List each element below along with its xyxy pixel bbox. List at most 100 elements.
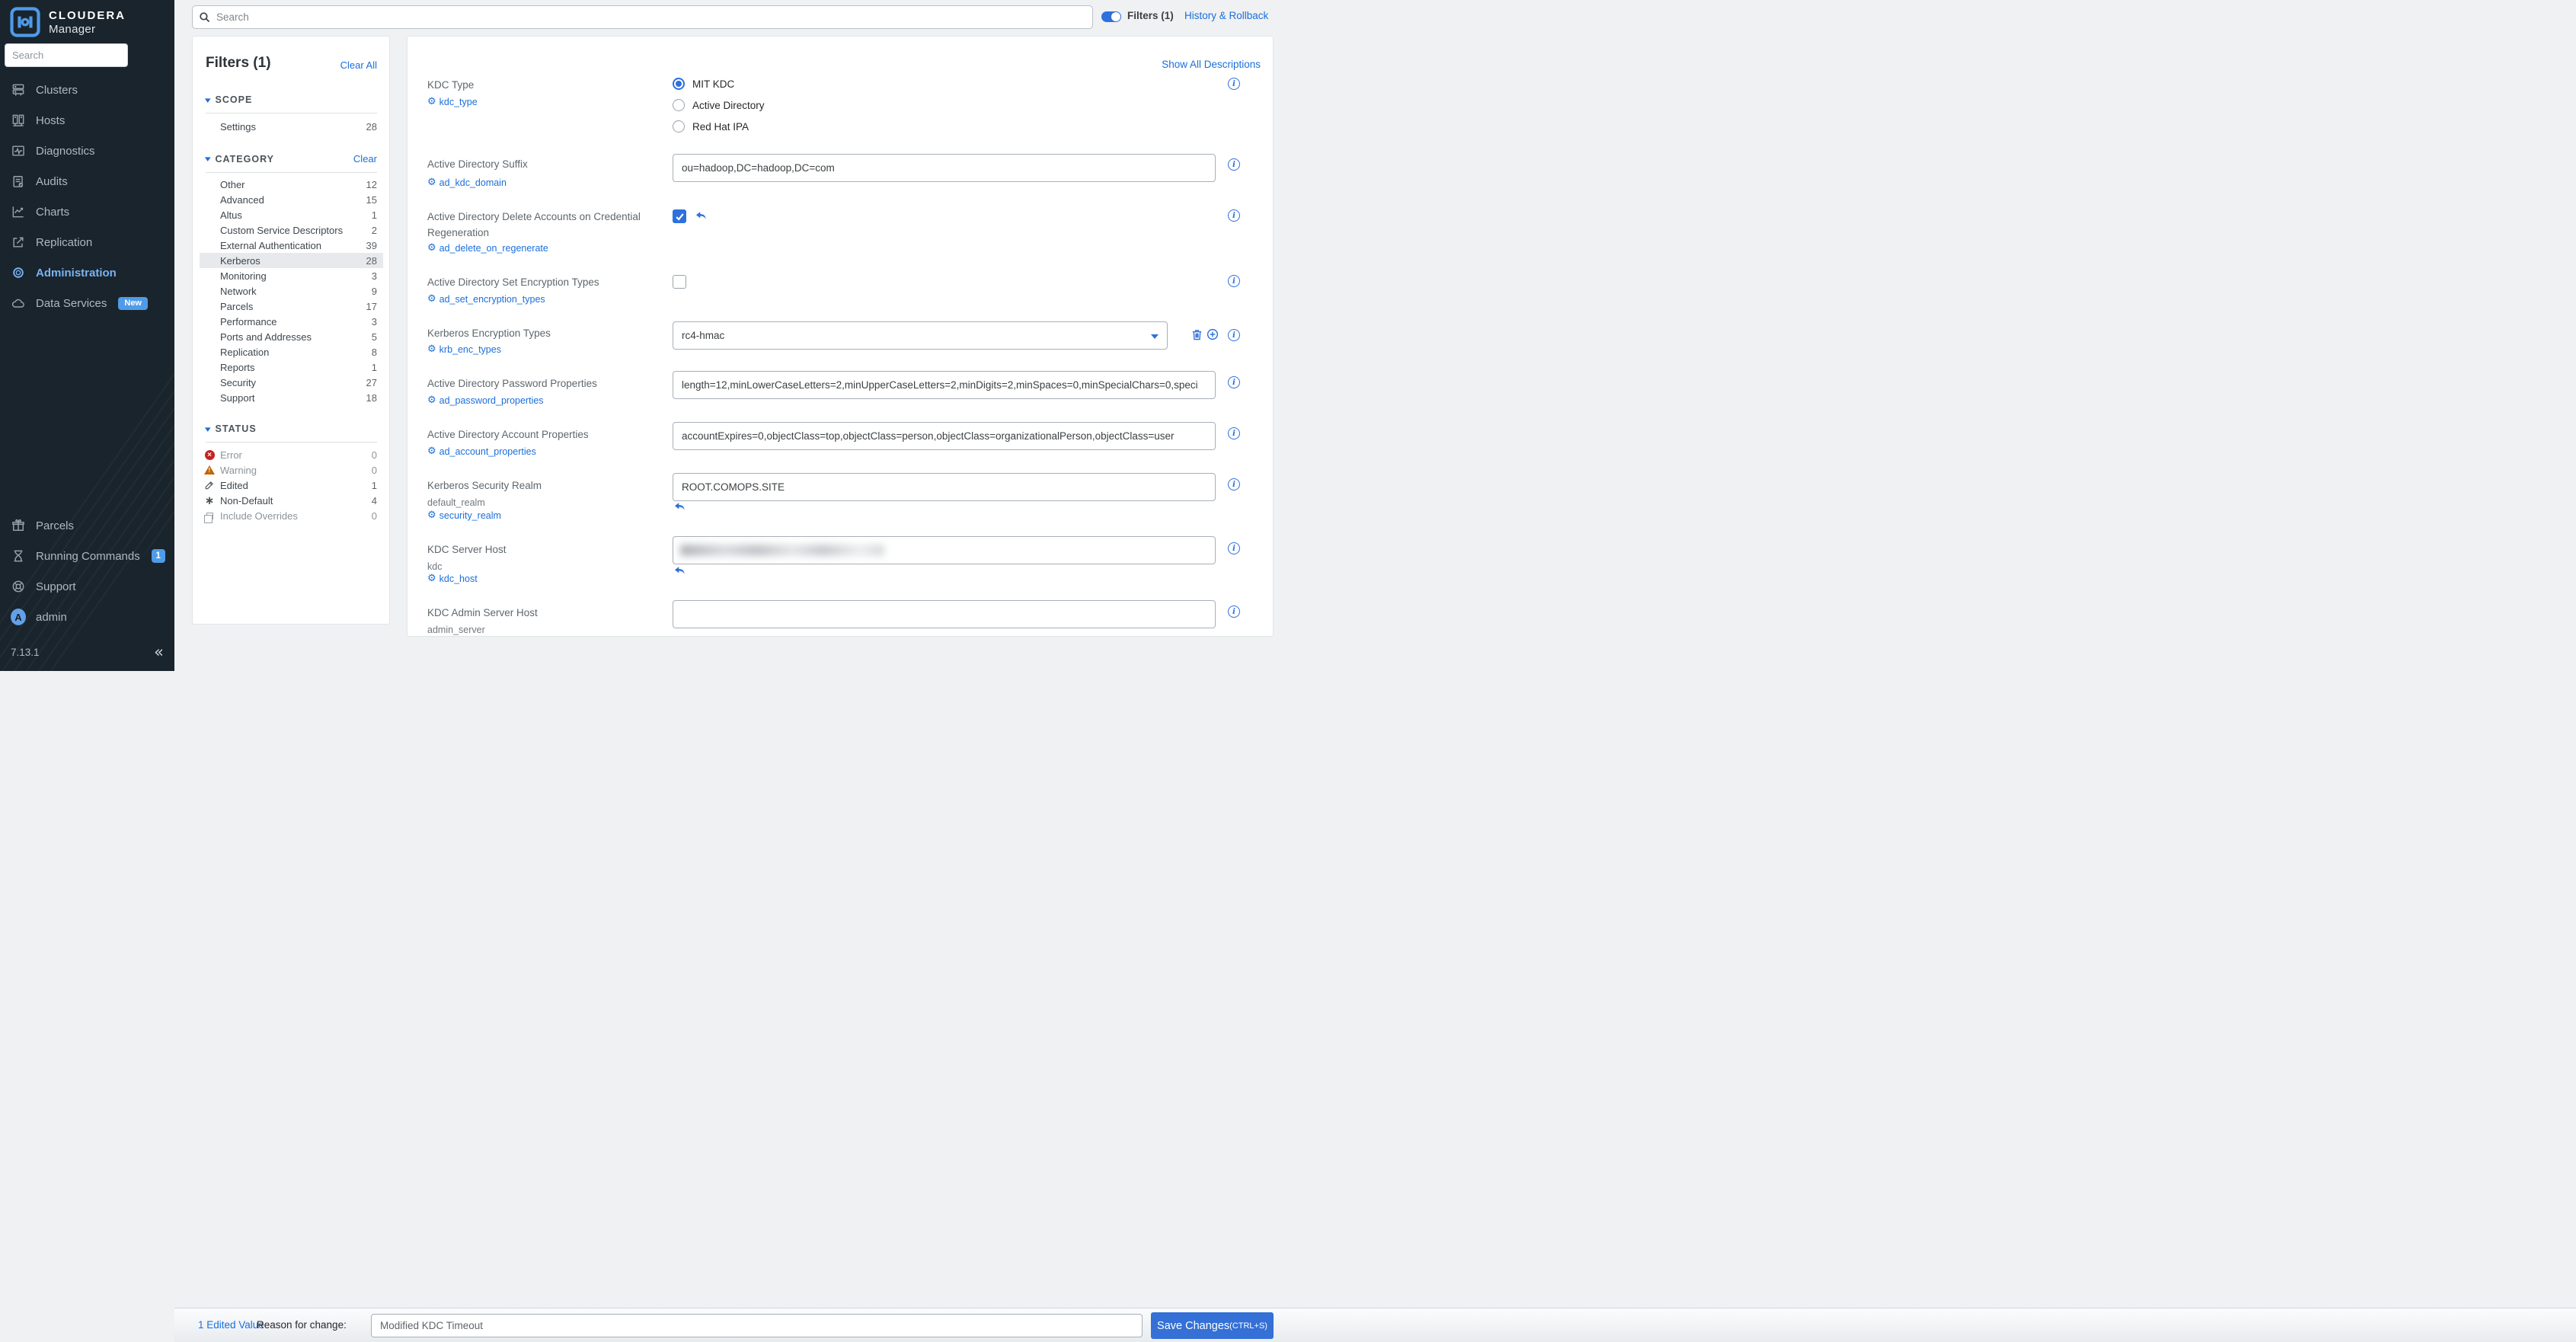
undo-icon[interactable]	[673, 564, 686, 577]
info-icon[interactable]: i	[1228, 376, 1240, 388]
sidebar-item-audits[interactable]: Audits	[0, 166, 174, 197]
scope-section-header[interactable]: ▾ SCOPE	[206, 94, 377, 113]
filter-status-include-overrides[interactable]: Include Overrides0	[200, 508, 383, 523]
status-section-header[interactable]: ▾ STATUS	[206, 423, 377, 443]
property-link-ad-kdc-domain[interactable]: ⚙ ad_kdc_domain	[427, 177, 507, 188]
brand-product: Manager	[49, 23, 126, 36]
property-link-kdc-host[interactable]: ⚙ kdc_host	[427, 574, 478, 584]
filter-category-other[interactable]: Other12	[200, 177, 383, 192]
ad-password-properties-input[interactable]	[673, 371, 1216, 399]
sidebar-item-charts[interactable]: Charts	[0, 197, 174, 227]
filter-status-edited[interactable]: Edited1	[200, 478, 383, 493]
filter-category-custom-service-descriptors[interactable]: Custom Service Descriptors2	[200, 222, 383, 238]
filters-panel: Filters (1) Clear All ▾ SCOPE Settings 2…	[192, 36, 390, 625]
chevron-down-icon: ▾	[205, 154, 211, 164]
filter-category-performance[interactable]: Performance3	[200, 314, 383, 329]
filter-category-altus[interactable]: Altus1	[200, 207, 383, 222]
gears-icon: ⚙	[427, 574, 436, 583]
clear-all-link[interactable]: Clear All	[340, 59, 377, 71]
filter-category-monitoring[interactable]: Monitoring3	[200, 268, 383, 283]
version-label: 7.13.1	[11, 647, 40, 658]
info-icon[interactable]: i	[1228, 158, 1240, 171]
ad-set-encryption-types-checkbox[interactable]	[673, 275, 686, 289]
gears-icon: ⚙	[427, 446, 436, 456]
filter-category-advanced[interactable]: Advanced15	[200, 192, 383, 207]
undo-icon[interactable]	[673, 500, 686, 513]
sidebar-item-clusters[interactable]: Clusters	[0, 75, 174, 105]
sidebar-item-running-commands[interactable]: Running Commands 1	[0, 541, 174, 571]
filters-toggle-label: Filters (1)	[1127, 10, 1174, 21]
info-icon[interactable]: i	[1228, 329, 1240, 341]
filter-category-kerberos[interactable]: Kerberos28	[200, 253, 383, 268]
category-clear-link[interactable]: Clear	[353, 153, 377, 165]
kdc-admin-server-host-input[interactable]	[673, 600, 1216, 628]
ad-suffix-input[interactable]	[673, 154, 1216, 182]
ad-delete-accounts-checkbox[interactable]	[673, 209, 686, 223]
undo-icon[interactable]	[694, 209, 708, 222]
kerberos-encryption-types-select[interactable]: rc4-hmac	[673, 321, 1168, 350]
filter-category-network[interactable]: Network9	[200, 283, 383, 299]
sidebar-item-parcels[interactable]: Parcels	[0, 510, 174, 541]
sidebar-item-diagnostics[interactable]: Diagnostics	[0, 136, 174, 166]
filter-scope-settings[interactable]: Settings 28	[200, 119, 383, 134]
kerberos-security-realm-input[interactable]	[673, 473, 1216, 501]
filter-category-ports-and-addresses[interactable]: Ports and Addresses5	[200, 329, 383, 344]
sidebar-item-admin[interactable]: A admin	[0, 602, 174, 632]
property-link-security-realm[interactable]: ⚙ security_realm	[427, 510, 501, 521]
sidebar-item-label: Diagnostics	[36, 145, 95, 158]
reason-for-change-input[interactable]	[371, 1314, 1143, 1337]
property-link-kdc-type[interactable]: ⚙ kdc_type	[427, 97, 478, 107]
filter-category-security[interactable]: Security27	[200, 375, 383, 390]
info-icon[interactable]: i	[1228, 275, 1240, 287]
sidebar-item-hosts[interactable]: Hosts	[0, 105, 174, 136]
sidebar-item-administration[interactable]: Administration	[0, 257, 174, 288]
sidebar-item-label: Running Commands	[36, 550, 140, 563]
radio-red-hat-ipa[interactable]	[673, 120, 685, 133]
sidebar-item-replication[interactable]: Replication	[0, 227, 174, 257]
save-changes-button[interactable]: Save Changes(CTRL+S)	[1151, 1312, 1274, 1339]
filter-category-support[interactable]: Support18	[200, 390, 383, 405]
radio-active-directory[interactable]	[673, 99, 685, 111]
filter-status-error[interactable]: × Error0	[200, 447, 383, 462]
radio-label-mit-kdc: MIT KDC	[692, 78, 734, 90]
property-link-ad-password-properties[interactable]: ⚙ ad_password_properties	[427, 395, 544, 406]
delete-value-icon[interactable]	[1191, 328, 1204, 342]
sidebar-item-data-services[interactable]: Data Services New	[0, 288, 174, 318]
ad-account-properties-input[interactable]	[673, 422, 1216, 450]
sidebar-search-input[interactable]	[5, 43, 128, 67]
filter-category-external-authentication[interactable]: External Authentication39	[200, 238, 383, 253]
settings-search-input[interactable]	[192, 5, 1093, 29]
info-icon[interactable]: i	[1228, 605, 1240, 618]
gears-icon: ⚙	[427, 395, 436, 405]
info-icon[interactable]: i	[1228, 209, 1240, 222]
filter-category-parcels[interactable]: Parcels17	[200, 299, 383, 314]
sidebar-item-label: Parcels	[36, 519, 74, 532]
filter-category-replication[interactable]: Replication8	[200, 344, 383, 359]
history-rollback-link[interactable]: History & Rollback	[1184, 10, 1268, 21]
filters-toggle[interactable]	[1101, 11, 1121, 22]
add-value-icon[interactable]	[1206, 328, 1219, 341]
filter-status-non-default[interactable]: ∗ Non-Default4	[200, 493, 383, 508]
property-link-ad-delete-on-regenerate[interactable]: ⚙ ad_delete_on_regenerate	[427, 243, 548, 254]
sidebar-item-label: Support	[36, 580, 76, 593]
error-icon: ×	[204, 449, 215, 460]
info-icon[interactable]: i	[1228, 78, 1240, 90]
app-logo[interactable]: CLOUDERA Manager	[10, 7, 126, 37]
show-all-descriptions-link[interactable]: Show All Descriptions	[1162, 59, 1261, 70]
redacted-value	[680, 545, 884, 556]
sidebar-item-support[interactable]: Support	[0, 571, 174, 602]
filter-category-reports[interactable]: Reports1	[200, 359, 383, 375]
radio-mit-kdc[interactable]	[673, 78, 685, 90]
edited-value-link[interactable]: 1 Edited Value	[198, 1319, 264, 1331]
setting-label-kerberos-encryption-types: Kerberos Encryption Types	[427, 326, 666, 342]
non-default-icon: ∗	[204, 495, 215, 506]
property-link-ad-account-properties[interactable]: ⚙ ad_account_properties	[427, 446, 536, 457]
category-section-header[interactable]: ▾ CATEGORY Clear	[206, 153, 377, 173]
collapse-sidebar-icon[interactable]: «	[154, 644, 164, 660]
property-link-ad-set-encryption-types[interactable]: ⚙ ad_set_encryption_types	[427, 294, 545, 305]
property-link-krb-enc-types[interactable]: ⚙ krb_enc_types	[427, 344, 501, 355]
info-icon[interactable]: i	[1228, 427, 1240, 439]
info-icon[interactable]: i	[1228, 542, 1240, 554]
info-icon[interactable]: i	[1228, 478, 1240, 490]
filter-status-warning[interactable]: Warning0	[200, 462, 383, 478]
